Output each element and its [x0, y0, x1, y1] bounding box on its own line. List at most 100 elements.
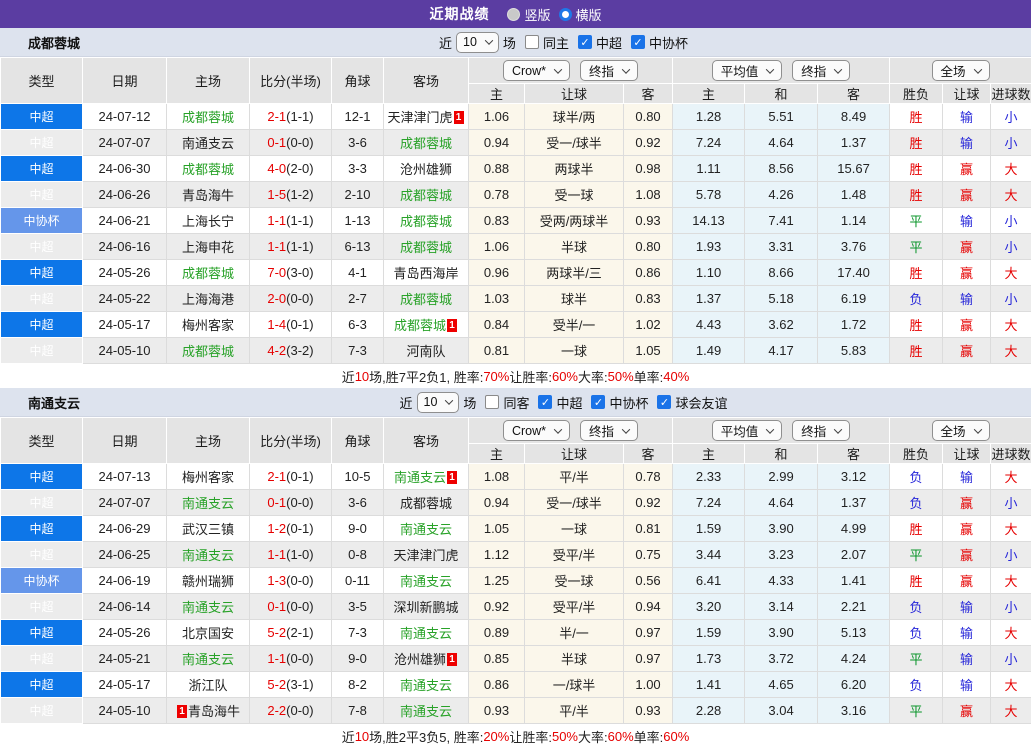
away-team-cell: 成都蓉城: [384, 208, 469, 234]
view-mode-option[interactable]: 横版: [559, 5, 602, 24]
result-cell: 胜: [890, 568, 943, 594]
halftime-score: (1-1): [286, 213, 313, 228]
euro-home-odds: 1.49: [673, 338, 745, 364]
handicap-result-cell: 输: [943, 672, 991, 698]
column-header: 日期: [83, 418, 167, 464]
away-team-cell: 沧州雄狮1: [384, 646, 469, 672]
asian-odds-selects: Crow* 终指: [469, 58, 673, 84]
team-label: 沧州雄狮: [394, 652, 446, 667]
team-label: 南通支云: [182, 136, 234, 151]
match-type-cell: 中超: [1, 594, 83, 620]
sub-column-header: 客: [624, 444, 673, 464]
match-row: 中超24-06-25南通支云1-1(1-0)0-8天津津门虎1.12受平/半0.…: [1, 542, 1031, 568]
games-label: 场: [463, 393, 476, 412]
checkbox-checked[interactable]: ✓: [657, 395, 671, 409]
asian-home-odds: 0.94: [469, 490, 525, 516]
asian-away-odds: 0.81: [624, 516, 673, 542]
chevron-down-icon: [834, 65, 842, 73]
euro-odds-time-select[interactable]: 终指: [792, 420, 850, 441]
asian-odds-time-select[interactable]: 终指: [580, 60, 638, 81]
corner-cell: 12-1: [332, 104, 384, 130]
checkbox-checked[interactable]: ✓: [631, 35, 645, 49]
match-count-select[interactable]: 10: [417, 392, 460, 413]
euro-home-odds: 1.93: [673, 234, 745, 260]
asian-away-odds: 0.75: [624, 542, 673, 568]
team-label: 梅州客家: [182, 470, 234, 485]
checkbox-unchecked[interactable]: [525, 35, 539, 49]
sub-column-header: 和: [745, 444, 818, 464]
euro-home-odds: 3.20: [673, 594, 745, 620]
column-header: 主场: [167, 418, 250, 464]
euro-odds-source-select[interactable]: 平均值: [712, 60, 783, 81]
match-row: 中超24-07-12成都蓉城2-1(1-1)12-1天津津门虎11.06球半/两…: [1, 104, 1031, 130]
match-type-cell: 中协杯: [1, 568, 83, 594]
away-team-cell: 青岛西海岸: [384, 260, 469, 286]
score-cell: 1-2(0-1): [250, 516, 332, 542]
goals-result-cell: 小: [991, 286, 1031, 312]
checkbox-unchecked[interactable]: [485, 395, 499, 409]
asian-home-odds: 1.08: [469, 464, 525, 490]
euro-home-odds: 1.37: [673, 286, 745, 312]
match-count-select[interactable]: 10: [456, 32, 499, 53]
checkbox-checked[interactable]: ✓: [578, 35, 592, 49]
scope-select[interactable]: 全场: [932, 60, 990, 81]
handicap-result-cell: 赢: [943, 490, 991, 516]
euro-away-odds: 6.20: [818, 672, 890, 698]
column-header: 类型: [1, 418, 83, 464]
match-date-cell: 24-05-26: [83, 260, 167, 286]
result-cell: 胜: [890, 516, 943, 542]
asian-away-odds: 0.83: [624, 286, 673, 312]
fulltime-score: 1-1: [267, 239, 286, 254]
fulltime-score: 4-2: [267, 343, 286, 358]
result-cell: 负: [890, 286, 943, 312]
radio-unchecked-icon[interactable]: [507, 8, 520, 21]
asian-home-odds: 0.96: [469, 260, 525, 286]
home-team-cell: 上海申花: [167, 234, 250, 260]
euro-odds-time-select[interactable]: 终指: [792, 60, 850, 81]
halftime-score: (0-1): [286, 521, 313, 536]
halftime-score: (0-1): [286, 469, 313, 484]
asian-handicap: 受一/球半: [525, 490, 624, 516]
euro-odds-source-select[interactable]: 平均值: [712, 420, 783, 441]
goals-result-cell: 大: [991, 464, 1031, 490]
match-date-cell: 24-05-17: [83, 312, 167, 338]
team-label: 浙江队: [188, 678, 227, 693]
scope-select[interactable]: 全场: [932, 420, 990, 441]
handicap-result-cell: 赢: [943, 234, 991, 260]
match-date-cell: 24-05-10: [83, 338, 167, 364]
checkbox-label: 中超: [556, 393, 582, 412]
corner-cell: 6-13: [332, 234, 384, 260]
match-type-cell: 中超: [1, 338, 83, 364]
corner-cell: 2-7: [332, 286, 384, 312]
team-label: 南通支云: [400, 522, 452, 537]
bookmaker-select[interactable]: Crow*: [503, 60, 570, 81]
euro-draw-odds: 7.41: [745, 208, 818, 234]
checkbox-checked[interactable]: ✓: [538, 395, 552, 409]
asian-odds-time-select[interactable]: 终指: [580, 420, 638, 441]
radio-checked-icon[interactable]: [559, 8, 572, 21]
euro-draw-odds: 3.04: [745, 698, 818, 724]
team-label: 成都蓉城: [400, 214, 452, 229]
halftime-score: (1-1): [286, 239, 313, 254]
sub-column-header: 客: [818, 444, 890, 464]
checkbox-checked[interactable]: ✓: [591, 395, 605, 409]
fulltime-score: 1-1: [267, 651, 286, 666]
euro-draw-odds: 3.23: [745, 542, 818, 568]
corner-cell: 9-0: [332, 516, 384, 542]
euro-draw-odds: 3.90: [745, 516, 818, 542]
team-label: 南通支云: [400, 626, 452, 641]
team-label: 成都蓉城: [182, 266, 234, 281]
asian-home-odds: 0.83: [469, 208, 525, 234]
match-type-cell: 中超: [1, 542, 83, 568]
radio-label: 竖版: [524, 5, 550, 24]
summary-part: 60%: [608, 729, 634, 744]
bookmaker-select[interactable]: Crow*: [503, 420, 570, 441]
chevron-down-icon: [622, 65, 630, 73]
home-team-cell: 成都蓉城: [167, 260, 250, 286]
view-mode-option[interactable]: 竖版: [507, 5, 550, 24]
sub-column-header: 客: [818, 84, 890, 104]
asian-away-odds: 0.80: [624, 234, 673, 260]
sub-column-header: 进球数: [991, 84, 1031, 104]
goals-result-cell: 小: [991, 542, 1031, 568]
match-date-cell: 24-06-30: [83, 156, 167, 182]
